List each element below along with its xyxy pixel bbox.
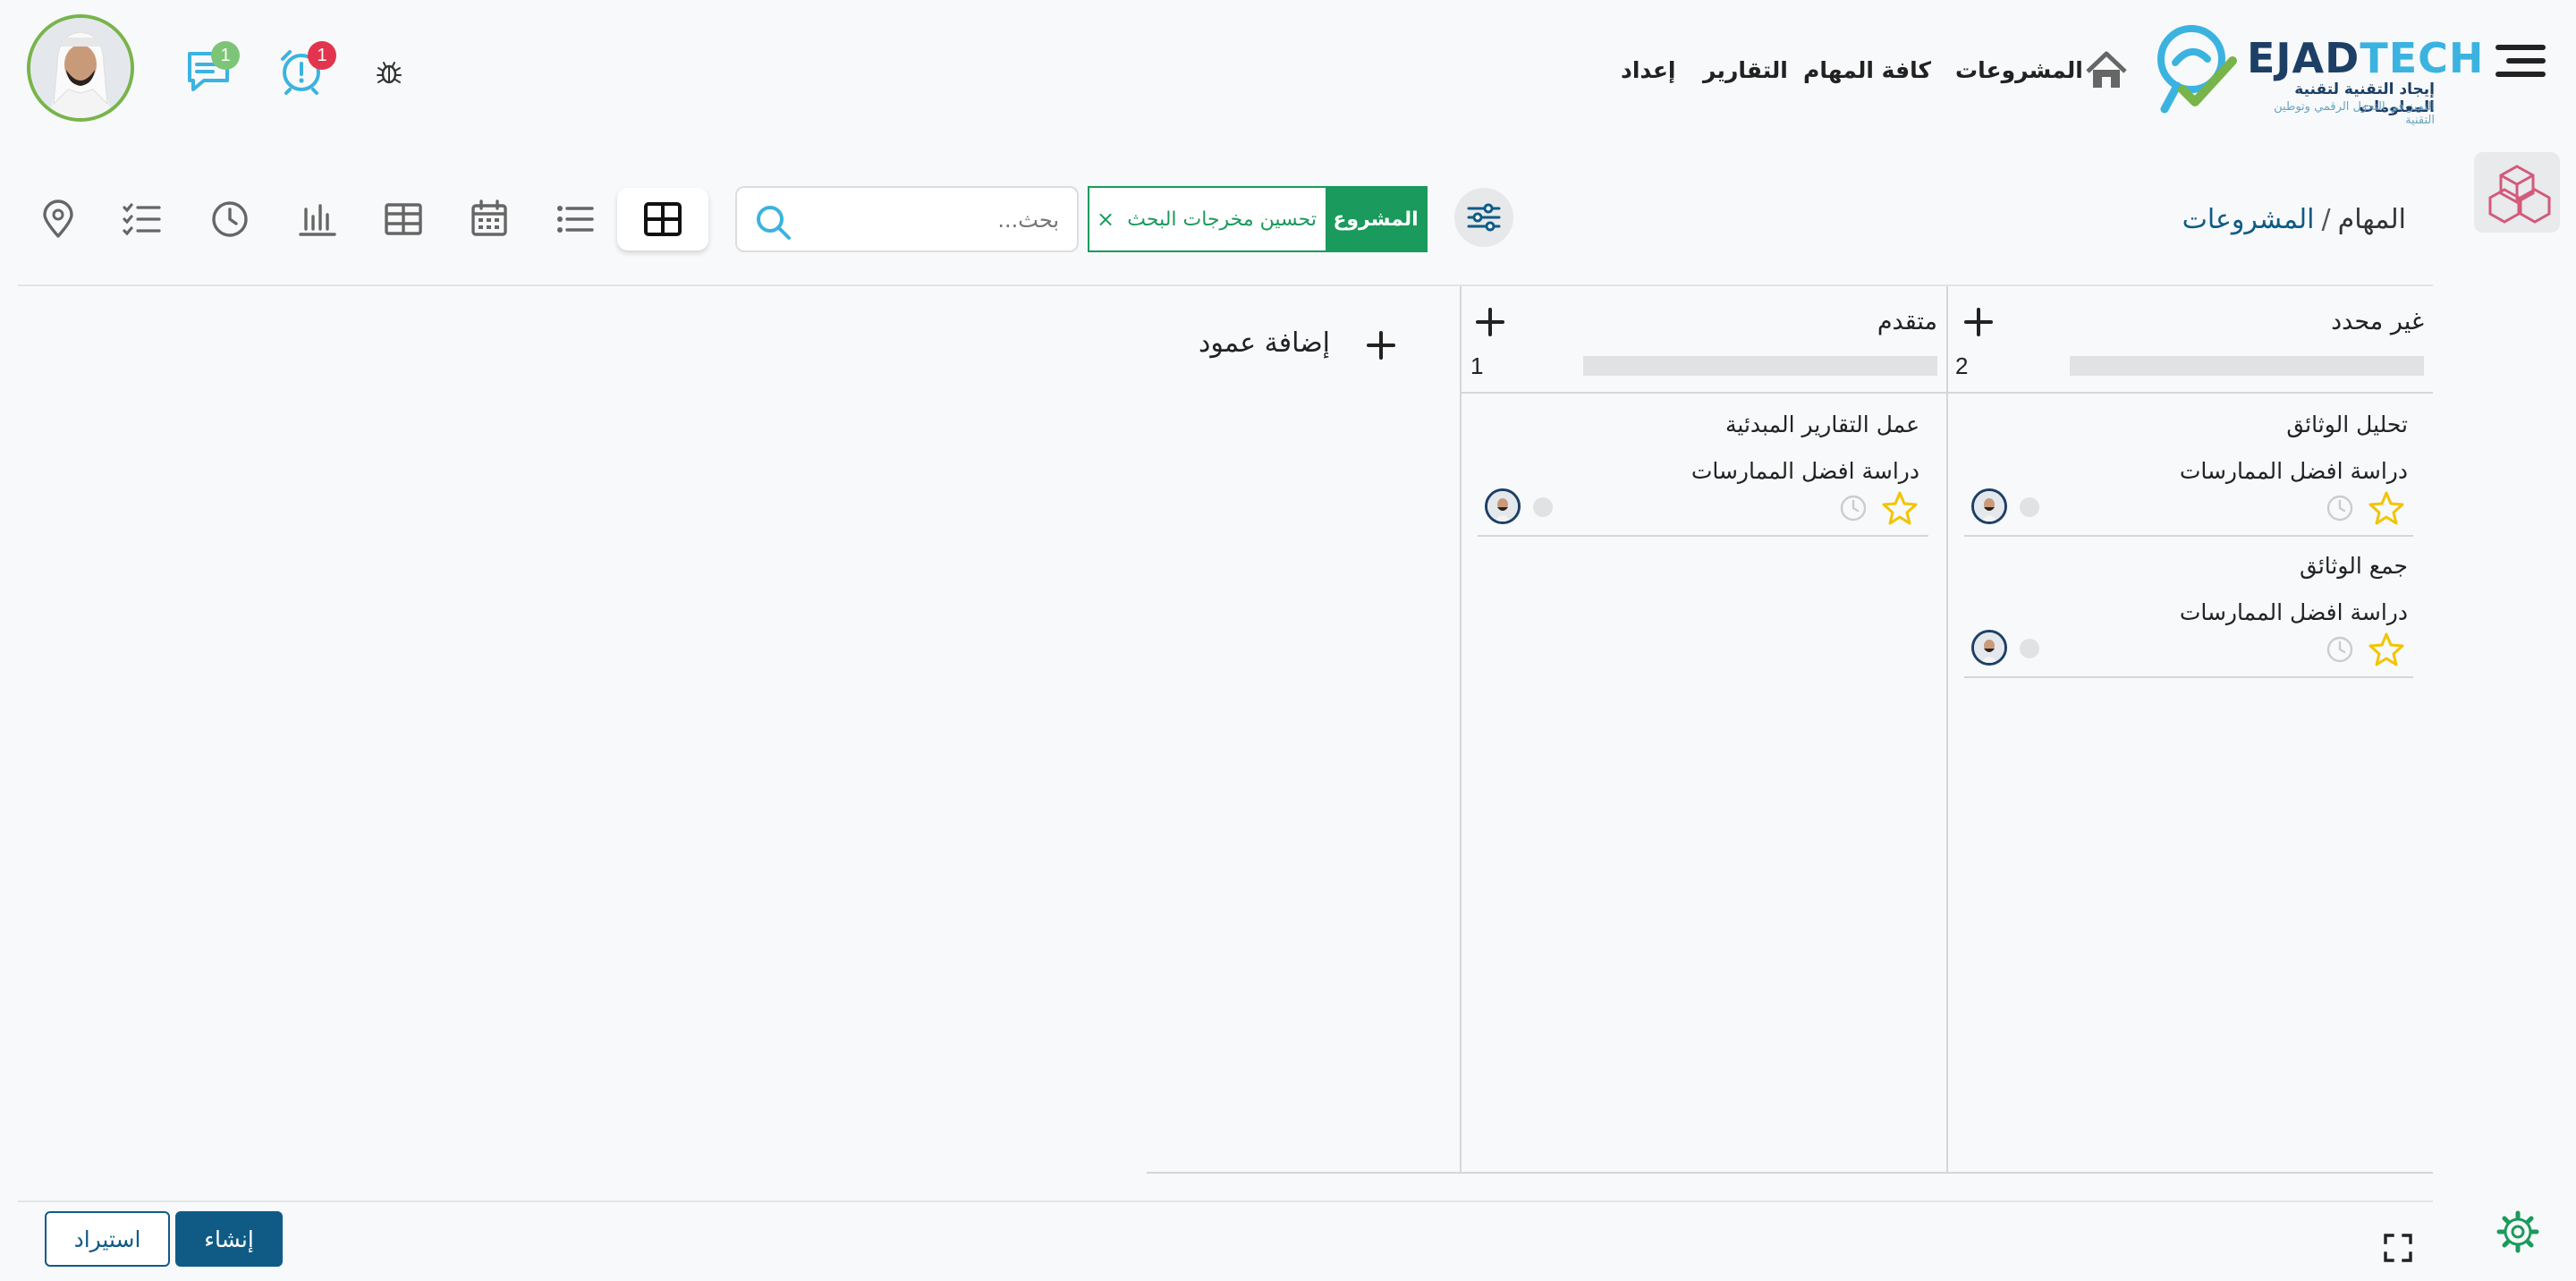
search-box (735, 186, 1079, 252)
column-divider (1460, 286, 1462, 1174)
card-project: دراسة افضل الممارسات (2179, 599, 2408, 625)
card-title: جمع الوثائق (2299, 553, 2408, 579)
status-dot (2020, 639, 2039, 658)
due-clock-icon[interactable] (1839, 494, 1868, 522)
nav-settings[interactable]: إعداد (1621, 57, 1676, 83)
assignee-avatar[interactable] (1971, 630, 2007, 666)
sliders-icon (1467, 203, 1501, 232)
checklist-icon[interactable] (120, 197, 165, 242)
calendar-icon[interactable] (467, 197, 512, 242)
status-dot (2020, 497, 2039, 517)
nav-all-tasks[interactable]: كافة المهام (1803, 57, 1931, 83)
card-divider (1478, 535, 1928, 537)
due-clock-icon[interactable] (2326, 494, 2354, 522)
assignee-avatar[interactable] (1485, 488, 1521, 524)
board-bottom-line (1147, 1172, 2433, 1174)
card-divider (1964, 535, 2413, 537)
project-filter-chip: × تحسين مخرجات البحث المشروع (1088, 186, 1428, 252)
card-title: عمل التقارير المبدئية (1725, 411, 1919, 437)
logo-wordmark: EJADTECH (2247, 34, 2484, 82)
column-divider (1946, 286, 1948, 1174)
add-column-plus-icon[interactable] (1365, 329, 1397, 361)
footer-divider (18, 1200, 2433, 1202)
menu-bar (2496, 72, 2546, 77)
assignee-avatar-image (1974, 491, 2004, 522)
list-icon[interactable] (553, 197, 597, 242)
chip-label: المشروع (1326, 188, 1426, 250)
breadcrumb-current: المهام (2337, 204, 2406, 235)
column-progress-bar (1583, 356, 1937, 376)
search-icon[interactable] (753, 202, 792, 242)
breadcrumb-separator: / (2321, 204, 2331, 235)
column-count: 2 (1955, 352, 1969, 379)
menu-toggle-button[interactable] (2496, 45, 2546, 81)
menu-bar (2506, 58, 2546, 64)
clock-icon[interactable] (208, 197, 252, 242)
column-progress-bar (2070, 356, 2424, 376)
chart-icon[interactable] (295, 197, 340, 242)
toolbar-divider (18, 284, 2433, 286)
card-project: دراسة افضل الممارسات (1690, 458, 1919, 484)
import-button[interactable]: استيراد (45, 1211, 170, 1267)
search-input[interactable] (800, 202, 1059, 238)
app-switcher-tile[interactable] (2474, 152, 2560, 233)
breadcrumb-root-link[interactable]: المشروعات (2182, 204, 2315, 235)
user-avatar[interactable] (27, 14, 134, 122)
assignee-avatar-image (1974, 632, 2004, 663)
nav-projects[interactable]: المشروعات (1955, 57, 2083, 83)
chat-count-badge: 1 (211, 41, 240, 70)
assignee-avatar-image (1487, 491, 1518, 522)
add-column-button[interactable]: إضافة عمود (1199, 327, 1330, 359)
create-button[interactable]: إنشاء (175, 1211, 283, 1267)
chip-remove-button[interactable]: × (1089, 188, 1122, 250)
logo-word-b: TECH (2360, 34, 2485, 82)
table-icon[interactable] (381, 197, 426, 242)
star-icon[interactable] (2368, 490, 2404, 526)
board-icon[interactable] (640, 197, 685, 242)
status-dot (1533, 497, 1553, 517)
add-card-plus-icon[interactable] (1962, 306, 1995, 338)
due-clock-icon[interactable] (2326, 635, 2354, 664)
column-title: غير محدد (2331, 308, 2424, 335)
filter-button[interactable] (1454, 188, 1513, 247)
column-header-line (1462, 392, 1946, 394)
nav-reports[interactable]: التقارير (1703, 57, 1788, 83)
star-icon[interactable] (1882, 490, 1918, 526)
breadcrumb: المهام/المشروعات (2138, 204, 2406, 235)
fullscreen-icon[interactable] (2383, 1233, 2413, 1263)
cube-icon (2488, 165, 2551, 224)
logo-word-a: EJAD (2247, 34, 2360, 82)
bug-icon[interactable] (376, 59, 402, 86)
settings-gear-icon[interactable] (2496, 1209, 2540, 1254)
card-title: تحليل الوثائق (2286, 411, 2408, 437)
chip-value: تحسين مخرجات البحث (1127, 208, 1317, 231)
column-header-line (1948, 392, 2433, 394)
home-icon[interactable] (2084, 50, 2129, 91)
menu-bar (2496, 45, 2546, 50)
card-project: دراسة افضل الممارسات (2179, 458, 2408, 484)
column-title: متقدم (1877, 308, 1937, 335)
star-icon[interactable] (2368, 632, 2404, 667)
user-avatar-image (30, 18, 131, 118)
alarm-count-badge: 1 (308, 41, 336, 70)
card-divider (1964, 676, 2413, 678)
assignee-avatar[interactable] (1971, 488, 2007, 524)
location-icon[interactable] (36, 197, 80, 242)
logo-tagline: التميز في التحول الرقمي وتوطين التقنية (2274, 100, 2435, 127)
add-card-plus-icon[interactable] (1474, 306, 1506, 338)
column-count: 1 (1470, 352, 1484, 379)
